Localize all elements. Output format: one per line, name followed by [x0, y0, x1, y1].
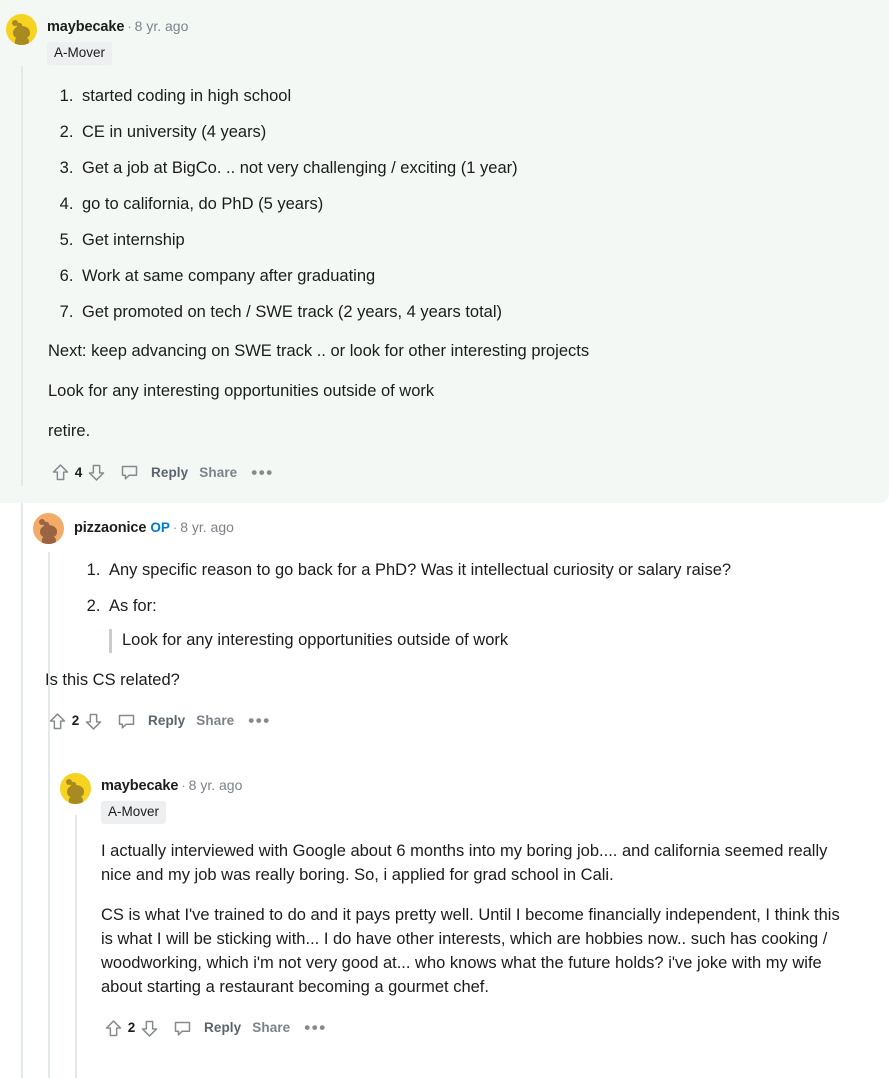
upvote-arrow-icon[interactable]: [50, 462, 71, 483]
snoo-icon: [6, 14, 37, 45]
list-item: CE in university (4 years): [78, 121, 859, 145]
comment-meta: pizzaonice OP · 8 yr. ago: [74, 513, 234, 537]
thread-line-depth-2[interactable]: [48, 552, 50, 763]
paragraph: retire.: [48, 422, 91, 441]
thread-line-depth-3[interactable]: [75, 815, 77, 1078]
list-item: go to california, do PhD (5 years): [78, 193, 859, 217]
comment-meta: maybecake · 8 yr. ago A-Mover: [101, 773, 242, 824]
paragraph: I actually interviewed with Google about…: [101, 842, 828, 884]
list-item: As for: Look for any interesting opportu…: [105, 595, 859, 653]
list-item: started coding in high school: [78, 85, 859, 109]
paragraph: CS is what I've trained to do and it pay…: [101, 905, 840, 996]
comment-meta: maybecake · 8 yr. ago A-Mover: [47, 14, 188, 65]
share-button[interactable]: Share: [196, 711, 234, 731]
more-options-button[interactable]: •••: [304, 1019, 326, 1036]
upvote-arrow-icon[interactable]: [47, 711, 68, 732]
comment-author[interactable]: maybecake: [101, 778, 178, 794]
more-options-button[interactable]: •••: [248, 712, 270, 729]
upvote-arrow-icon[interactable]: [103, 1018, 124, 1039]
thread-line-depth-1[interactable]: [21, 503, 23, 763]
vote-score: 2: [127, 1020, 136, 1036]
blockquote: Look for any interesting opportunities o…: [109, 628, 859, 653]
list-item: Get promoted on tech / SWE track (2 year…: [78, 301, 859, 325]
thread-line-depth-1[interactable]: [21, 763, 23, 1078]
avatar[interactable]: [6, 14, 37, 45]
author-flair: A-Mover: [47, 42, 113, 65]
comment-header: pizzaonice OP · 8 yr. ago: [0, 503, 889, 544]
list-item: Any specific reason to go back for a PhD…: [105, 559, 859, 583]
comment-header: maybecake · 8 yr. ago A-Mover: [0, 0, 889, 65]
downvote-arrow-icon[interactable]: [83, 711, 104, 732]
comment-author[interactable]: pizzaonice: [74, 520, 146, 536]
list-item: Get internship: [78, 229, 859, 253]
comment-1: maybecake·8 yr. ago A-Mover started codi…: [0, 0, 889, 503]
avatar[interactable]: [60, 773, 91, 804]
ordered-list: Any specific reason to go back for a PhD…: [75, 559, 859, 653]
reply-button[interactable]: Reply: [148, 711, 185, 731]
paragraph: Is this CS related?: [45, 670, 180, 689]
share-button[interactable]: Share: [252, 1018, 290, 1038]
reply-button[interactable]: Reply: [204, 1018, 241, 1038]
list-item: Get a job at BigCo. .. not very challeng…: [78, 157, 859, 181]
comment-thread: maybecake·8 yr. ago A-Mover started codi…: [0, 0, 889, 1078]
ordered-list: started coding in high school CE in univ…: [48, 85, 859, 324]
comment-3: maybecake · 8 yr. ago A-Mover I actually i…: [0, 763, 889, 1078]
paragraph: Next: keep advancing on SWE track .. or …: [48, 342, 590, 361]
comment-actions: 2 Reply Share •••: [47, 711, 859, 732]
comment-actions: 2 Reply Share •••: [103, 1018, 847, 1039]
meta-separator: ·: [181, 778, 186, 793]
comment-header: maybecake · 8 yr. ago A-Mover: [0, 763, 889, 824]
snoo-icon: [33, 513, 64, 544]
comment-timestamp: 8 yr. ago: [134, 18, 189, 34]
share-button[interactable]: Share: [199, 463, 237, 483]
comment-timestamp: 8 yr. ago: [188, 777, 243, 793]
snoo-icon: [60, 773, 91, 804]
comment-author[interactable]: maybecake: [47, 19, 124, 35]
comment-body: started coding in high school CE in univ…: [48, 85, 859, 483]
comment-bubble-icon[interactable]: [119, 462, 140, 483]
avatar[interactable]: [33, 513, 64, 544]
comment-actions: 4 Reply Share •••: [50, 462, 859, 483]
vote-score: 2: [71, 713, 80, 729]
meta-separator: ·: [127, 19, 132, 34]
vote-score: 4: [74, 464, 83, 480]
comment-body: Any specific reason to go back for a PhD…: [45, 559, 859, 732]
comment-2: pizzaonice OP·8 yr. ago Any specific reas…: [0, 503, 889, 763]
op-badge: OP: [150, 520, 170, 535]
thread-line-depth-2[interactable]: [48, 763, 50, 1078]
comment-bubble-icon[interactable]: [172, 1018, 193, 1039]
meta-separator: ·: [172, 520, 178, 535]
more-options-button[interactable]: •••: [251, 464, 273, 481]
thread-line-depth-1[interactable]: [21, 66, 23, 486]
downvote-arrow-icon[interactable]: [139, 1018, 160, 1039]
downvote-arrow-icon[interactable]: [86, 462, 107, 483]
comment-timestamp: 8 yr. ago: [180, 519, 234, 535]
list-item: Work at same company after graduating: [78, 265, 859, 289]
comment-body: I actually interviewed with Google about…: [101, 840, 847, 1039]
author-flair: A-Mover: [101, 801, 167, 824]
comment-bubble-icon[interactable]: [116, 711, 137, 732]
paragraph: Look for any interesting opportunities o…: [48, 382, 435, 401]
list-item-text: As for:: [109, 596, 157, 615]
reply-button[interactable]: Reply: [151, 463, 188, 483]
